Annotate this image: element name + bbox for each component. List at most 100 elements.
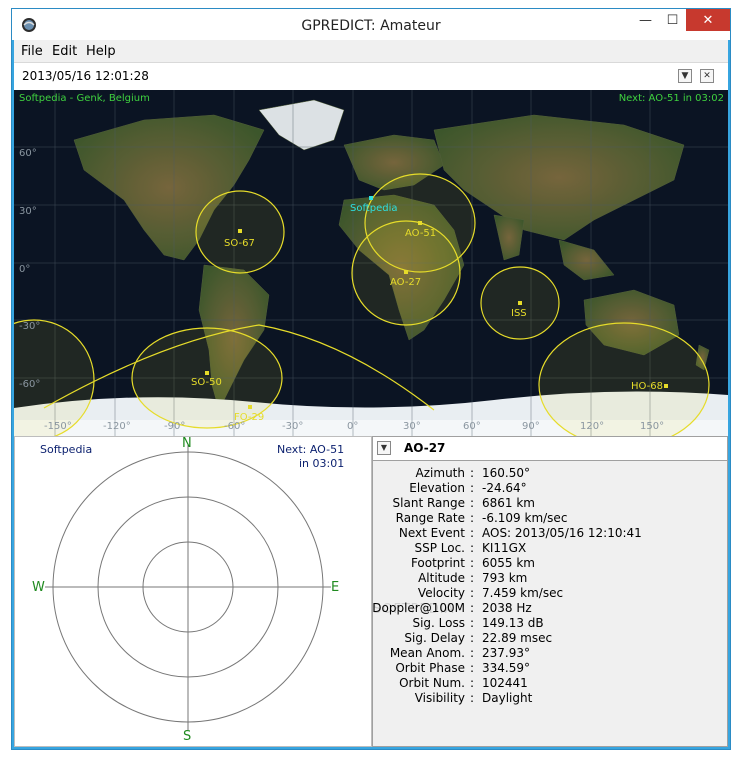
lon-label: -150° xyxy=(44,421,72,432)
info-row-value: -6.109 km/sec xyxy=(482,511,568,525)
info-row-value: Daylight xyxy=(482,691,533,705)
lat-label-m60: -60° xyxy=(19,379,41,390)
minimize-button[interactable]: — xyxy=(632,9,659,31)
sat-label-ho-68[interactable]: HO-68 xyxy=(631,381,663,392)
module-menu-button[interactable]: ▼ xyxy=(678,69,692,83)
polar-view[interactable]: Softpedia Next: AO-51 in 03:01 N S E W xyxy=(14,436,372,747)
map-view[interactable]: Softpedia - Genk, Belgium Next: AO-51 in… xyxy=(14,90,728,436)
info-row-label: Visibility xyxy=(414,691,465,705)
info-row-value: AOS: 2013/05/16 12:10:41 xyxy=(482,526,642,540)
single-sat-view: ▼ AO-27 SOFTPEDIA Azimuth:160.50° Elevati… xyxy=(372,436,728,747)
info-row-colon: : xyxy=(470,481,475,495)
info-row-colon: : xyxy=(470,541,475,555)
info-row: Orbit Num.:102441 xyxy=(373,676,727,691)
sat-marker-so-50 xyxy=(205,371,209,375)
sat-marker-fo-29 xyxy=(248,405,252,409)
polar-next-line1: Next: AO-51 xyxy=(277,443,345,456)
lon-label: 150° xyxy=(640,421,665,432)
info-row-label: Footprint xyxy=(410,556,465,570)
info-row-colon: : xyxy=(470,646,475,660)
info-row-value: 334.59° xyxy=(482,661,530,675)
info-row-label: Mean Anom. xyxy=(389,646,465,660)
menu-help[interactable]: Help xyxy=(86,44,116,59)
lon-label: -30° xyxy=(282,421,304,432)
close-button[interactable]: ✕ xyxy=(686,9,730,31)
sat-label-ao-27[interactable]: AO-27 xyxy=(390,277,421,288)
client-area: File Edit Help 2013/05/16 12:01:28 ▼ ✕ S… xyxy=(14,40,728,747)
lat-label-60: 60° xyxy=(19,148,37,159)
info-row: Sig. Delay:22.89 msec xyxy=(373,631,727,646)
qth-label: Softpedia - Genk, Belgium xyxy=(19,93,150,104)
info-row: Azimuth:160.50° xyxy=(373,466,727,481)
info-row-colon: : xyxy=(470,526,475,540)
info-row-value: 2038 Hz xyxy=(482,601,532,615)
lon-label: -90° xyxy=(164,421,186,432)
sat-name: AO-27 xyxy=(404,441,446,455)
next-event-label: Next: AO-51 in 03:02 xyxy=(618,93,724,104)
polar-station-label: Softpedia xyxy=(40,443,93,456)
info-row-colon: : xyxy=(470,616,475,630)
info-row-value: 793 km xyxy=(482,571,528,585)
lat-label-0: 0° xyxy=(19,264,31,275)
lon-label: 120° xyxy=(580,421,605,432)
info-row-value: KI11GX xyxy=(482,541,527,555)
info-row-label: Velocity xyxy=(417,586,465,600)
sat-label-iss[interactable]: ISS xyxy=(511,308,527,319)
compass-s: S xyxy=(183,729,192,744)
sat-marker-ao-27 xyxy=(404,270,408,274)
sat-selector-button[interactable]: ▼ xyxy=(377,441,391,455)
info-row: Elevation: -24.64° xyxy=(373,481,727,496)
info-row-label: Elevation xyxy=(409,481,465,495)
info-row-colon: : xyxy=(470,556,475,570)
info-row-value: 6861 km xyxy=(482,496,535,510)
menu-bar: File Edit Help xyxy=(14,40,728,62)
menu-edit[interactable]: Edit xyxy=(52,44,77,59)
module-close-button[interactable]: ✕ xyxy=(700,69,714,83)
info-row: Altitude:793 km xyxy=(373,571,727,586)
info-row-label: Altitude xyxy=(418,571,465,585)
info-row-value: -24.64° xyxy=(482,481,527,495)
title-bar[interactable]: GPREDICT: Amateur — ☐ ✕ xyxy=(12,9,730,40)
compass-w: W xyxy=(32,580,45,595)
lat-label-30: 30° xyxy=(19,206,37,217)
polar-next-line2: in 03:01 xyxy=(299,457,345,470)
module-header: 2013/05/16 12:01:28 ▼ ✕ xyxy=(14,62,728,90)
info-row-colon: : xyxy=(470,601,475,615)
info-row-value: 22.89 msec xyxy=(482,631,553,645)
info-row-label: Azimuth xyxy=(415,466,465,480)
info-row-value: 6055 km xyxy=(482,556,535,570)
maximize-button[interactable]: ☐ xyxy=(659,9,686,31)
sat-label-ao-51[interactable]: AO-51 xyxy=(405,228,436,239)
info-row-label: Sig. Delay xyxy=(404,631,465,645)
sat-label-so-50[interactable]: SO-50 xyxy=(191,377,222,388)
lat-label-m30: -30° xyxy=(19,321,41,332)
info-row-colon: : xyxy=(470,676,475,690)
info-row-label: Slant Range xyxy=(392,496,465,510)
menu-file[interactable]: File xyxy=(21,44,43,59)
compass-e: E xyxy=(331,580,340,595)
info-row: Footprint:6055 km xyxy=(373,556,727,571)
info-row-label: Orbit Num. xyxy=(399,676,465,690)
sat-label-fo-29[interactable]: FO-29 xyxy=(234,412,264,423)
compass-n: N xyxy=(182,436,192,451)
info-row: Doppler@100M:2038 Hz xyxy=(372,601,727,616)
sat-label-so-67[interactable]: SO-67 xyxy=(224,238,255,249)
lon-label: -120° xyxy=(103,421,131,432)
info-row-colon: : xyxy=(470,691,475,705)
world-map xyxy=(14,90,728,436)
polar-plot xyxy=(45,444,331,730)
info-row-label: SSP Loc. xyxy=(414,541,465,555)
info-row-value: 160.50° xyxy=(482,466,530,480)
sat-marker-iss xyxy=(518,301,522,305)
lon-label: 30° xyxy=(403,421,421,432)
info-row: Range Rate: -6.109 km/sec xyxy=(373,511,727,526)
info-row: Next Event: AOS: 2013/05/16 12:10:41 xyxy=(373,526,727,541)
info-row: Visibility: Daylight xyxy=(373,691,727,706)
info-row-value: 7.459 km/sec xyxy=(482,586,564,600)
info-row-value: 149.13 dB xyxy=(482,616,544,630)
info-row-label: Sig. Loss xyxy=(412,616,465,630)
window-title: GPREDICT: Amateur xyxy=(301,18,441,34)
info-row-colon: : xyxy=(470,511,475,525)
info-row-colon: : xyxy=(470,661,475,675)
info-row-label: Orbit Phase xyxy=(395,661,465,675)
